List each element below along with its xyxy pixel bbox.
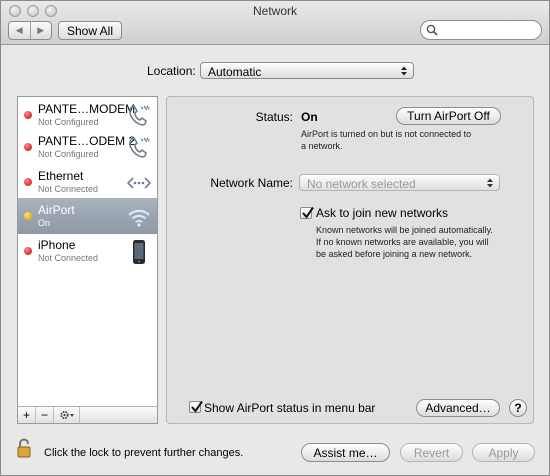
service-name: PANTE…MODEM <box>38 102 136 116</box>
service-name: PANTE…ODEM 2 <box>38 134 136 148</box>
forward-button[interactable]: ▶ <box>29 22 52 39</box>
forward-arrow-icon: ▶ <box>37 25 45 35</box>
status-indicator-red <box>24 111 32 119</box>
status-description-line-1: AirPort is turned on but is not connecte… <box>301 129 472 139</box>
minus-icon: − <box>40 408 48 422</box>
checkmark-icon <box>302 206 314 219</box>
service-list[interactable]: PANTE…MODEM Not Configured PANTE…ODEM 2 … <box>17 96 158 424</box>
ask-to-join-label[interactable]: Ask to join new networks <box>316 206 448 220</box>
assist-me-button[interactable]: Assist me… <box>301 443 390 462</box>
advanced-button[interactable]: Advanced… <box>416 399 500 417</box>
service-status: Not Connected <box>38 184 99 194</box>
add-service-button[interactable]: + <box>18 407 36 423</box>
service-status: Not Configured <box>38 149 99 159</box>
service-item-iphone[interactable]: iPhone Not Connected <box>18 233 157 269</box>
plus-icon: + <box>22 408 30 422</box>
turn-airport-off-button[interactable]: Turn AirPort Off <box>396 107 501 125</box>
service-status: Not Configured <box>38 117 99 127</box>
status-indicator-red <box>24 178 32 186</box>
airport-wifi-icon <box>128 209 150 227</box>
ethernet-icon <box>126 177 152 189</box>
ask-description-line-2: If no known networks are available, you … <box>316 237 489 247</box>
status-indicator-red <box>24 247 32 255</box>
apply-button[interactable]: Apply <box>472 443 535 462</box>
service-name: AirPort <box>38 203 75 217</box>
popup-arrows-icon <box>401 66 407 76</box>
ask-description-line-3: be asked before joining a new network. <box>316 249 473 259</box>
status-indicator-yellow <box>24 212 32 220</box>
search-field[interactable] <box>420 20 542 40</box>
title-bar: Network ◀ ▶ Show All <box>1 1 549 45</box>
phone-modem-icon <box>129 104 150 126</box>
service-item-pantech-modem-2[interactable]: PANTE…ODEM 2 Not Configured <box>18 129 157 165</box>
service-status: On <box>38 218 51 228</box>
service-name: iPhone <box>38 238 76 252</box>
gear-icon <box>59 410 74 420</box>
help-button[interactable]: ? <box>509 399 527 417</box>
service-item-pantech-modem[interactable]: PANTE…MODEM Not Configured <box>18 97 157 133</box>
remove-service-button[interactable]: − <box>36 407 54 423</box>
status-value: On <box>301 110 318 124</box>
status-description-line-2: a network. <box>301 141 343 151</box>
search-icon <box>426 24 438 36</box>
show-status-checkbox[interactable] <box>189 400 203 413</box>
network-name-popup[interactable]: No network selected <box>299 174 500 191</box>
network-name-value: No network selected <box>307 177 416 191</box>
back-button[interactable]: ◀ <box>9 22 30 39</box>
show-status-label[interactable]: Show AirPort status in menu bar <box>204 401 375 415</box>
checkmark-icon <box>191 400 203 413</box>
ask-to-join-checkbox[interactable] <box>300 206 314 219</box>
back-forward-control: ◀ ▶ <box>8 21 52 40</box>
ask-description-line-1: Known networks will be joined automatica… <box>316 225 493 235</box>
phone-modem-icon <box>129 136 150 158</box>
lock-message: Click the lock to prevent further change… <box>44 447 244 459</box>
iphone-icon <box>133 240 145 264</box>
location-label: Location: <box>147 64 196 78</box>
status-label: Status: <box>255 110 293 124</box>
service-name: Ethernet <box>38 169 84 183</box>
service-item-ethernet[interactable]: Ethernet Not Connected <box>18 164 157 200</box>
service-list-toolbar: + − <box>17 406 158 424</box>
window-title: Network <box>252 4 297 18</box>
revert-button[interactable]: Revert <box>400 443 463 462</box>
service-item-airport[interactable]: AirPort On <box>18 198 157 234</box>
back-arrow-icon: ◀ <box>15 25 23 35</box>
airport-settings-pane <box>166 96 534 424</box>
network-name-label: Network Name: <box>210 176 293 190</box>
lock-icon[interactable] <box>16 438 32 458</box>
location-popup[interactable]: Automatic <box>200 62 414 79</box>
network-preferences-window: Network ◀ ▶ Show All Location: Automatic… <box>0 0 550 476</box>
service-status: Not Connected <box>38 253 99 263</box>
location-value: Automatic <box>208 65 262 79</box>
status-indicator-red <box>24 143 32 151</box>
service-action-menu-button[interactable] <box>54 407 80 423</box>
show-all-button[interactable]: Show All <box>58 21 122 40</box>
popup-arrows-icon <box>487 178 493 188</box>
